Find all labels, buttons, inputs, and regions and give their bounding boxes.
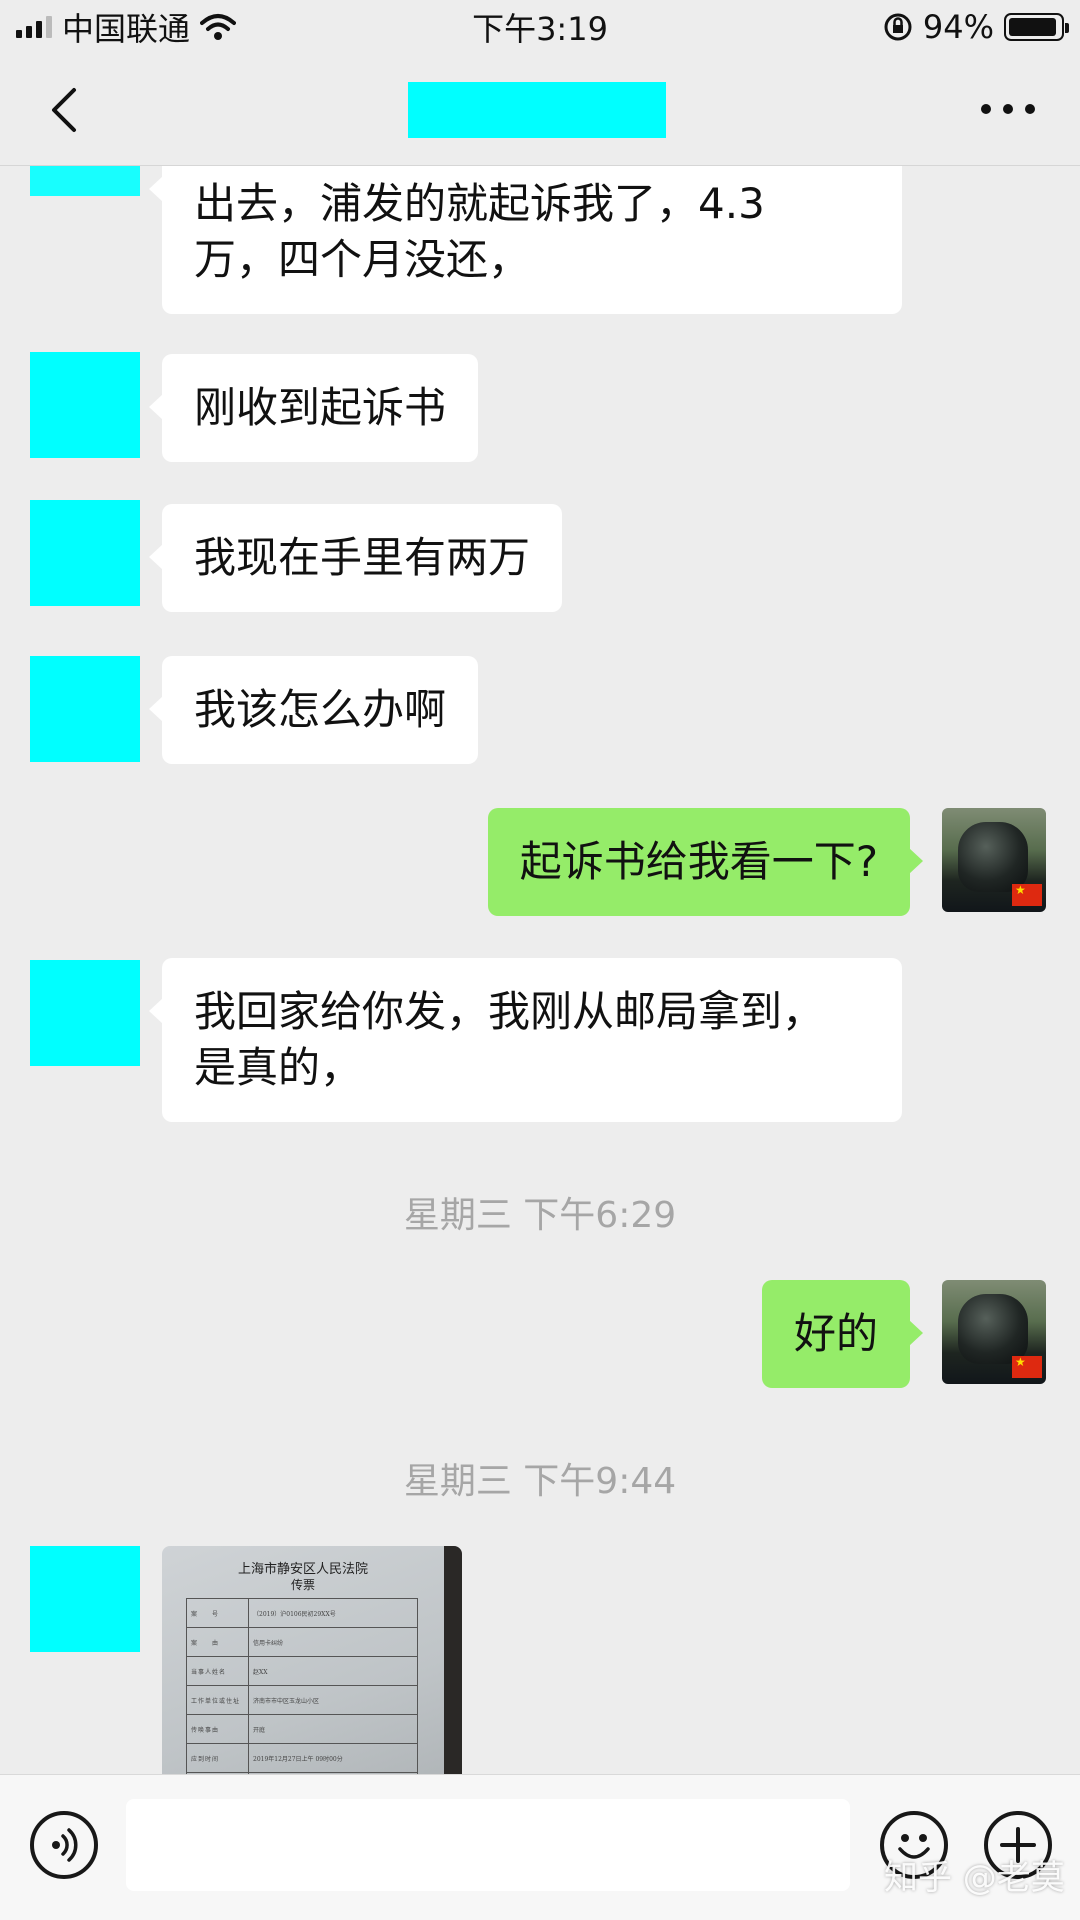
status-right: 94%	[883, 8, 1069, 46]
message-text: 我现在手里有两万	[194, 533, 531, 582]
message-text: 好的	[793, 1309, 878, 1358]
document-row: 案 由信用卡纠纷	[186, 1627, 418, 1657]
document-field-label: 当事人姓名	[186, 1656, 249, 1686]
voice-icon[interactable]	[30, 1811, 98, 1879]
document-field-value: 赵XX	[248, 1656, 418, 1686]
message-text: 是真的，	[194, 1043, 363, 1092]
document-photo-message[interactable]: 上海市静安区人民法院 传票 案 号（2019）沪0106民初29XX号案 由信用…	[162, 1546, 462, 1774]
lion-statue-image	[958, 1294, 1028, 1364]
document-field-value: 开庭	[248, 1714, 418, 1744]
document-field-value: 济南市市中区玉龙山小区	[248, 1685, 418, 1715]
message-bubble-received[interactable]: 我现在手里有两万	[148, 504, 563, 612]
document-field-value: （2019）沪0106民初29XX号	[248, 1598, 418, 1628]
document-field-label: 案 号	[186, 1598, 249, 1628]
contact-avatar[interactable]	[30, 1546, 140, 1652]
contact-avatar[interactable]	[30, 656, 140, 762]
document-row: 当事人姓名 赵XX	[186, 1656, 418, 1686]
message-text: 我该怎么办啊	[194, 685, 447, 734]
document-field-label: 工作单位或住址	[186, 1685, 249, 1715]
more-dots-icon[interactable]	[976, 94, 1040, 124]
nav-bar	[0, 54, 1080, 166]
timestamp: 星期三 下午6:29	[403, 1195, 677, 1236]
carrier-name: 中国联通	[62, 10, 191, 48]
wifi-icon	[200, 14, 237, 40]
document-row: 工作单位或住址 济南市市中区玉龙山小区	[186, 1685, 418, 1715]
document-title: 上海市静安区人民法院	[237, 1562, 368, 1577]
chat-area[interactable]: 出去，浦发的就起诉我了，4.3 万，四个月没还， 刚收到起诉书 我现在手里有两万…	[0, 166, 1080, 1774]
message-bubble-received[interactable]: 我回家给你发，我刚从邮局拿到， 是真的，	[149, 958, 902, 1122]
my-avatar[interactable]: ★	[942, 1280, 1046, 1384]
message-bubble-sent[interactable]: 好的	[761, 1280, 924, 1388]
document-table: 案 号（2019）沪0106民初29XX号案 由信用卡纠纷 当事人姓名 赵XX 工作单…	[186, 1598, 418, 1774]
chevron-left-icon[interactable]	[40, 82, 96, 138]
contact-avatar[interactable]	[30, 500, 140, 606]
lion-statue-image	[958, 822, 1028, 892]
document-field-value: 信用卡纠纷	[248, 1627, 418, 1657]
message-bubble-received[interactable]: 出去，浦发的就起诉我了，4.3 万，四个月没还，	[149, 166, 902, 314]
document-field-label: 应到时间	[186, 1743, 249, 1773]
message-text: 我回家给你发，我刚从邮局拿到，	[194, 987, 825, 1036]
china-flag-icon: ★	[1012, 1356, 1042, 1378]
redacted-contact-name	[408, 82, 666, 138]
document-row: 应到时间 2019年12月27日上午 09时00分	[186, 1743, 418, 1773]
battery-fill	[1009, 18, 1056, 36]
photo-dark-edge	[444, 1546, 462, 1774]
status-bar: 中国联通 下午3:19 94%	[0, 0, 1080, 54]
message-bubble-sent[interactable]: 起诉书给我看一下?	[487, 808, 924, 916]
message-bubble-received[interactable]: 刚收到起诉书	[148, 354, 479, 462]
contact-avatar[interactable]	[30, 352, 140, 458]
battery-percent: 94%	[922, 8, 994, 46]
message-input[interactable]	[126, 1799, 850, 1891]
watermark: 知乎 @老莫	[884, 1858, 1065, 1898]
document-subtitle: 传票	[290, 1578, 315, 1592]
document-field-label: 传唤事由	[186, 1714, 249, 1744]
message-text: 起诉书给我看一下?	[519, 837, 878, 886]
signal-icon	[16, 16, 52, 38]
message-text: 刚收到起诉书	[194, 383, 447, 432]
my-avatar[interactable]: ★	[942, 808, 1046, 912]
china-flag-icon: ★	[1012, 884, 1042, 906]
contact-avatar[interactable]	[30, 960, 140, 1066]
rotation-lock-icon	[884, 13, 912, 41]
contact-avatar[interactable]	[30, 166, 140, 196]
timestamp: 星期三 下午9:44	[403, 1461, 677, 1502]
document-row: 案 号（2019）沪0106民初29XX号	[186, 1598, 418, 1628]
battery-icon	[1004, 13, 1069, 41]
document-row: 传唤事由 开庭	[186, 1714, 418, 1744]
message-text: 出去，浦发的就起诉我了，4.3	[194, 179, 765, 228]
status-left: 中国联通	[16, 4, 237, 50]
message-bubble-received[interactable]: 我该怎么办啊	[148, 656, 479, 764]
message-text: 万，四个月没还，	[194, 235, 531, 284]
document-field-value: 2019年12月27日上午 09时00分	[248, 1743, 418, 1773]
document-field-label: 案 由	[186, 1627, 249, 1657]
